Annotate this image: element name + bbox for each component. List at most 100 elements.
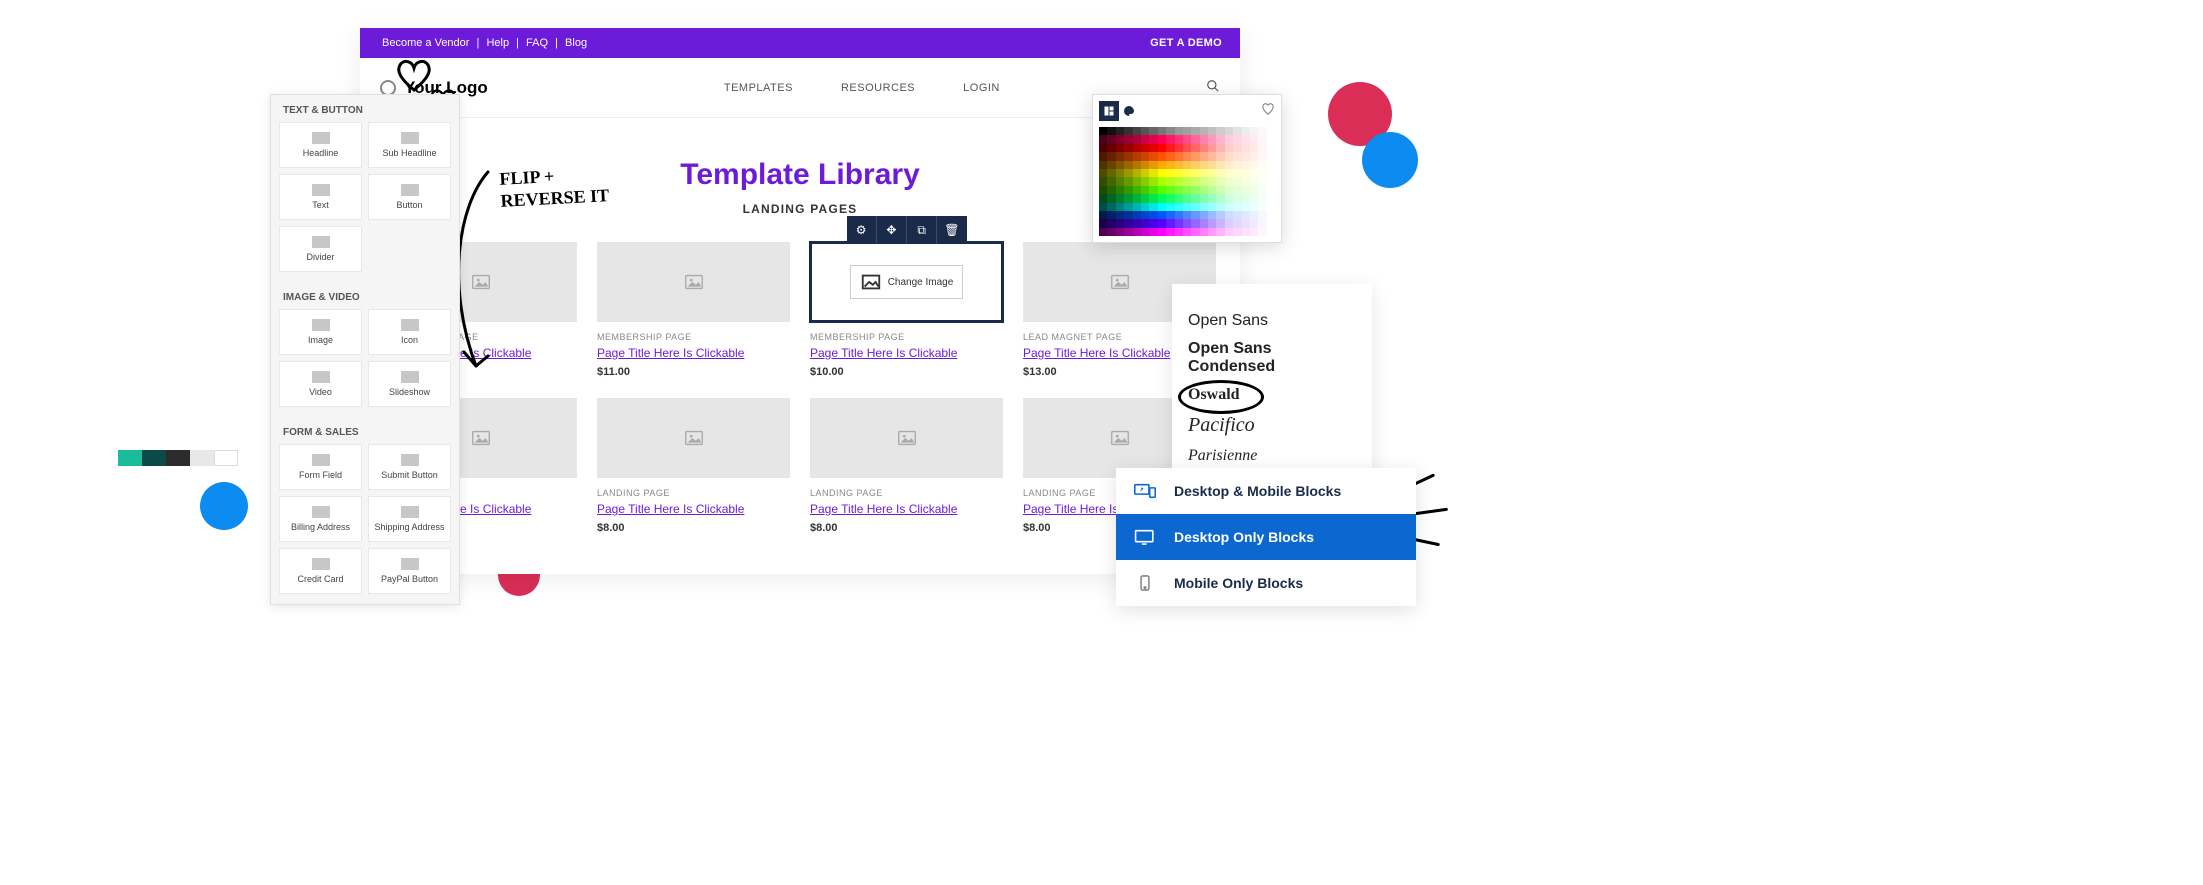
color-swatch[interactable]: [1250, 177, 1258, 185]
color-swatch[interactable]: [1133, 127, 1141, 135]
color-swatch[interactable]: [1116, 127, 1124, 135]
color-swatch[interactable]: [1250, 144, 1258, 152]
color-swatch[interactable]: [1141, 152, 1149, 160]
color-swatch[interactable]: [1124, 169, 1132, 177]
color-swatch[interactable]: [1258, 211, 1266, 219]
color-swatch[interactable]: [1183, 161, 1191, 169]
color-swatch[interactable]: [1242, 203, 1250, 211]
template-title-link[interactable]: Page Title Here Is Clickable: [810, 502, 957, 516]
color-swatch[interactable]: [1158, 152, 1166, 160]
color-swatch[interactable]: [1133, 228, 1141, 236]
color-swatch[interactable]: [1175, 161, 1183, 169]
template-card[interactable]: ⚙ ✥ ⧉ 🗑 Change Image MEMBERSHIP PAGEPage…: [810, 242, 1003, 378]
color-swatch[interactable]: [1233, 228, 1241, 236]
color-swatch[interactable]: [1216, 169, 1224, 177]
nav-item[interactable]: TEMPLATES: [724, 82, 793, 94]
color-swatch[interactable]: [1250, 194, 1258, 202]
color-swatch[interactable]: [1242, 161, 1250, 169]
color-swatch[interactable]: [1158, 135, 1166, 143]
topbar-link[interactable]: Become a Vendor: [382, 37, 469, 49]
move-icon[interactable]: ✥: [877, 216, 907, 244]
color-swatch[interactable]: [1258, 186, 1266, 194]
color-swatch[interactable]: [1200, 135, 1208, 143]
color-swatch[interactable]: [1233, 127, 1241, 135]
color-swatch[interactable]: [1250, 169, 1258, 177]
color-swatch[interactable]: [1158, 144, 1166, 152]
color-swatch[interactable]: [1258, 135, 1266, 143]
color-swatch[interactable]: [1107, 161, 1115, 169]
color-swatch[interactable]: [1225, 152, 1233, 160]
color-swatch[interactable]: [1107, 177, 1115, 185]
color-swatch[interactable]: [1133, 177, 1141, 185]
color-swatch[interactable]: [1116, 169, 1124, 177]
color-swatch[interactable]: [1191, 144, 1199, 152]
color-swatch[interactable]: [1175, 152, 1183, 160]
color-swatch[interactable]: [1141, 203, 1149, 211]
color-swatch[interactable]: [1200, 219, 1208, 227]
color-swatch[interactable]: [1158, 219, 1166, 227]
color-swatch[interactable]: [1166, 152, 1174, 160]
color-swatch[interactable]: [1116, 186, 1124, 194]
color-swatch[interactable]: [1124, 194, 1132, 202]
color-swatch[interactable]: [1133, 161, 1141, 169]
color-swatch[interactable]: [1158, 177, 1166, 185]
color-swatch[interactable]: [1166, 177, 1174, 185]
color-swatch[interactable]: [1099, 177, 1107, 185]
color-swatch[interactable]: [1225, 135, 1233, 143]
font-option-selected[interactable]: Oswald: [1188, 386, 1356, 404]
color-swatch[interactable]: [1242, 228, 1250, 236]
color-swatch[interactable]: [1225, 127, 1233, 135]
color-swatch[interactable]: [1191, 228, 1199, 236]
element-item[interactable]: Credit Card: [279, 548, 362, 594]
element-item[interactable]: Headline: [279, 122, 362, 168]
color-swatch[interactable]: [1250, 152, 1258, 160]
color-swatch[interactable]: [1158, 203, 1166, 211]
color-swatch[interactable]: [1166, 169, 1174, 177]
color-swatch[interactable]: [1099, 203, 1107, 211]
color-swatch[interactable]: [1258, 228, 1266, 236]
color-swatch[interactable]: [1242, 127, 1250, 135]
color-swatch[interactable]: [1225, 177, 1233, 185]
color-swatch[interactable]: [1133, 135, 1141, 143]
color-swatch[interactable]: [1250, 161, 1258, 169]
template-thumb[interactable]: [810, 398, 1003, 478]
color-swatch[interactable]: [1133, 219, 1141, 227]
color-swatch[interactable]: [1200, 203, 1208, 211]
color-swatch[interactable]: [1107, 211, 1115, 219]
color-swatch[interactable]: [1166, 194, 1174, 202]
color-swatch[interactable]: [1116, 161, 1124, 169]
topbar-link[interactable]: Blog: [565, 37, 587, 49]
color-swatch[interactable]: [1191, 127, 1199, 135]
template-title-link[interactable]: Page Title Here Is Clickable: [810, 346, 957, 360]
color-swatch[interactable]: [1158, 194, 1166, 202]
color-swatch[interactable]: [1183, 203, 1191, 211]
color-swatch[interactable]: [1200, 177, 1208, 185]
color-swatch[interactable]: [1183, 135, 1191, 143]
color-swatch[interactable]: [1250, 127, 1258, 135]
color-swatch[interactable]: [1191, 161, 1199, 169]
color-swatch[interactable]: [1124, 144, 1132, 152]
color-swatch[interactable]: [1107, 169, 1115, 177]
color-swatch[interactable]: [1258, 194, 1266, 202]
font-option[interactable]: Parisienne: [1188, 447, 1356, 465]
color-swatch[interactable]: [1267, 177, 1275, 185]
color-swatch[interactable]: [1216, 194, 1224, 202]
color-swatch[interactable]: [1099, 219, 1107, 227]
color-swatch[interactable]: [1116, 152, 1124, 160]
color-swatch[interactable]: [1099, 144, 1107, 152]
color-swatch[interactable]: [1166, 135, 1174, 143]
color-swatch[interactable]: [1267, 169, 1275, 177]
color-swatch[interactable]: [1267, 144, 1275, 152]
color-swatch[interactable]: [1133, 186, 1141, 194]
color-swatch[interactable]: [1116, 211, 1124, 219]
color-swatch[interactable]: [1208, 135, 1216, 143]
color-swatch[interactable]: [1250, 135, 1258, 143]
color-swatch[interactable]: [1191, 177, 1199, 185]
color-swatch[interactable]: [1242, 152, 1250, 160]
template-thumb[interactable]: [597, 398, 790, 478]
color-swatch[interactable]: [1225, 219, 1233, 227]
color-swatch[interactable]: [1225, 169, 1233, 177]
color-swatch[interactable]: [1107, 203, 1115, 211]
element-item[interactable]: Slideshow: [368, 361, 451, 407]
color-swatch[interactable]: [1141, 161, 1149, 169]
